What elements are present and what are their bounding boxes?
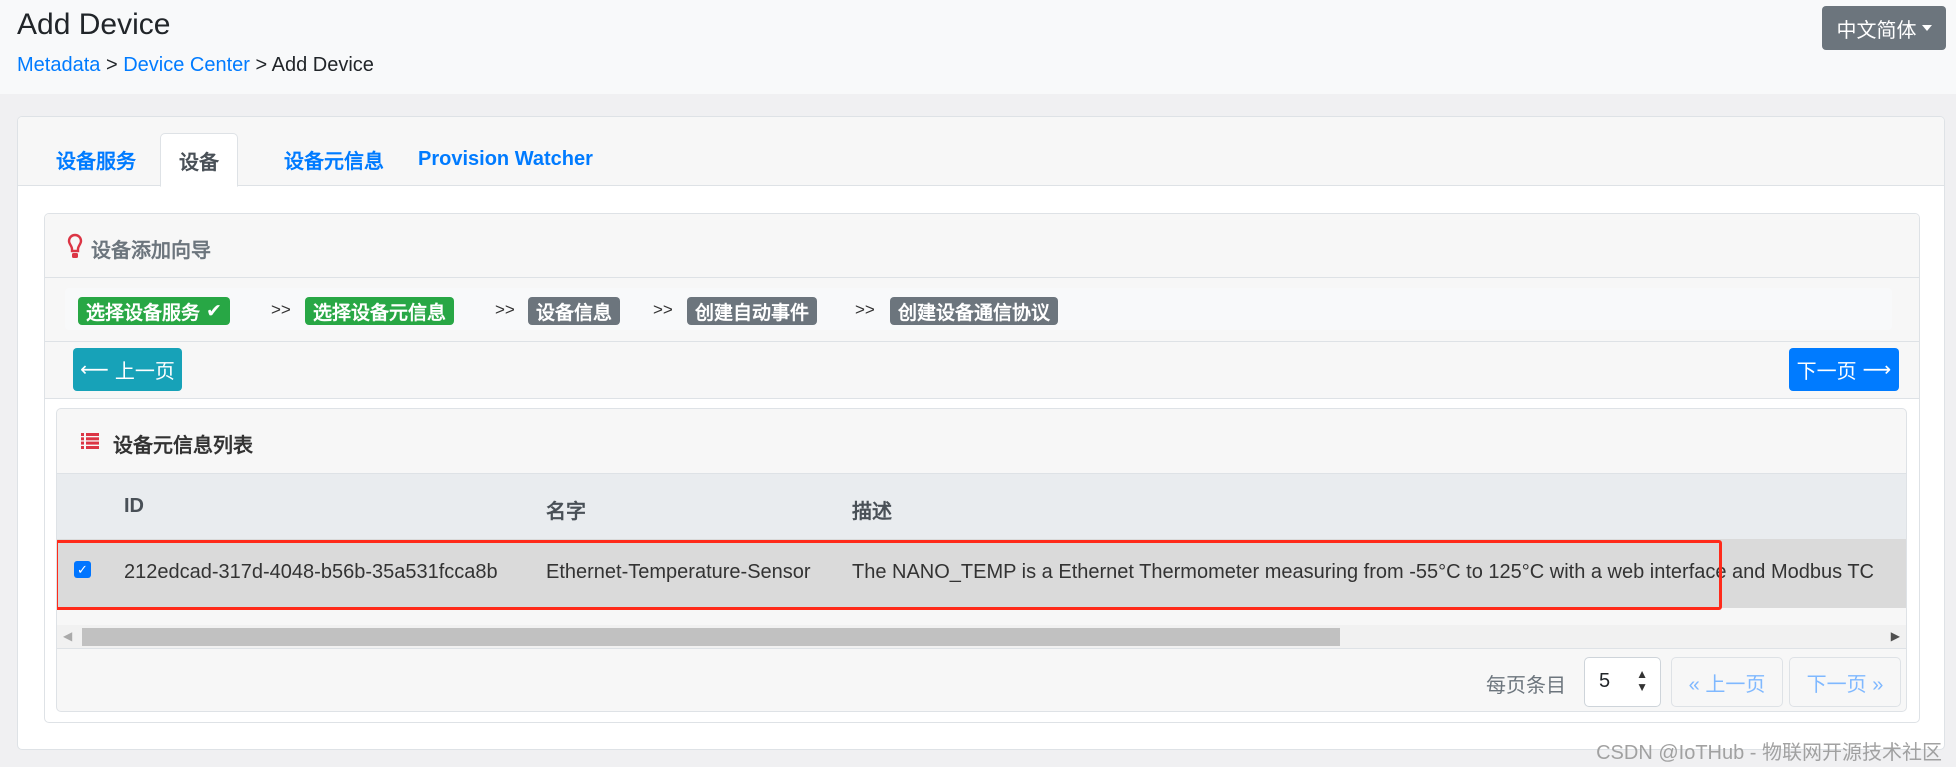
breadcrumb-device-center[interactable]: Device Center (123, 54, 250, 76)
page-size-label: 每页条目 (1486, 675, 1566, 697)
lightbulb-icon (67, 233, 83, 258)
prev-step-button[interactable]: ⟵ 上一页 (73, 348, 182, 391)
breadcrumb-separator: > (105, 54, 118, 76)
column-id: ID (124, 495, 144, 517)
step-separator: >> (495, 300, 515, 319)
scrollbar-thumb[interactable] (82, 628, 1340, 646)
next-page-button[interactable]: 下一页 » (1789, 657, 1901, 707)
caret-down-icon (1921, 25, 1932, 31)
list-header: 设备元信息列表 (57, 409, 1906, 474)
arrow-right-icon: ⟶ (1862, 359, 1892, 381)
list-title: 设备元信息列表 (113, 435, 253, 457)
wizard-header: 设备添加向导 (45, 214, 1919, 278)
watermark: CSDN @IoTHub - 物联网开源技术社区 (1596, 742, 1942, 764)
check-icon: ✔ (206, 300, 222, 322)
column-name: 名字 (546, 501, 586, 523)
tab-device-profile[interactable]: 设备元信息 (266, 133, 402, 186)
scroll-left-icon: ◀ (63, 629, 73, 643)
profile-list-card: 设备元信息列表 ID 名字 描述 ✓ 212edcad-317d-4048-b5… (56, 408, 1907, 712)
prev-page-button[interactable]: « 上一页 (1671, 657, 1783, 707)
step-separator: >> (855, 300, 875, 319)
scroll-right-icon: ▶ (1890, 629, 1900, 643)
breadcrumb: Metadata > Device Center > Add Device (17, 54, 374, 77)
breadcrumb-separator: > (255, 54, 268, 76)
step-separator: >> (653, 300, 673, 319)
step-3: 设备信息 (528, 297, 621, 325)
step-4: 创建自动事件 (687, 297, 818, 325)
highlight-box (57, 540, 1722, 610)
step-1: 选择设备服务 ✔ (78, 297, 230, 325)
language-label: 中文简体 (1836, 19, 1917, 42)
page-header: Add Device Metadata > Device Center > Ad… (0, 0, 1956, 94)
wizard-steps: 选择设备服务 ✔ >> 选择设备元信息 >> 设备信息 >> 创建自动事件 >> … (45, 278, 1919, 342)
step-2: 选择设备元信息 (305, 297, 455, 325)
language-dropdown[interactable]: 中文简体 (1822, 6, 1946, 50)
wizard-title: 设备添加向导 (91, 240, 211, 262)
page-size-select[interactable]: 5 ▲ ▼ (1584, 657, 1661, 707)
tab-device-service[interactable]: 设备服务 (38, 133, 154, 186)
main-card: 设备服务 设备 设备元信息 Provision Watcher 设备添加向导 选… (17, 116, 1945, 750)
column-description: 描述 (852, 501, 892, 523)
table-header: ID 名字 描述 (57, 474, 1906, 539)
wizard-card: 设备添加向导 选择设备服务 ✔ >> 选择设备元信息 >> 设备信息 >> 创建自… (44, 213, 1920, 723)
sort-icon: ▲ ▼ (1636, 667, 1648, 694)
arrow-left-icon: ⟵ (80, 359, 109, 381)
step-separator: >> (271, 300, 291, 319)
tab-provision-watcher[interactable]: Provision Watcher (400, 133, 611, 186)
horizontal-scrollbar[interactable]: ◀ ▶ (57, 625, 1906, 649)
wizard-nav: ⟵ 上一页 下一页 ⟶ (45, 342, 1919, 399)
tab-bar: 设备服务 设备 设备元信息 Provision Watcher (18, 117, 1944, 187)
list-icon (81, 433, 99, 449)
breadcrumb-current: Add Device (271, 54, 374, 76)
step-5: 创建设备通信协议 (890, 297, 1059, 325)
page-title: Add Device (17, 8, 171, 41)
tab-device[interactable]: 设备 (160, 133, 238, 187)
breadcrumb-metadata[interactable]: Metadata (17, 54, 100, 76)
next-step-button[interactable]: 下一页 ⟶ (1789, 348, 1899, 391)
